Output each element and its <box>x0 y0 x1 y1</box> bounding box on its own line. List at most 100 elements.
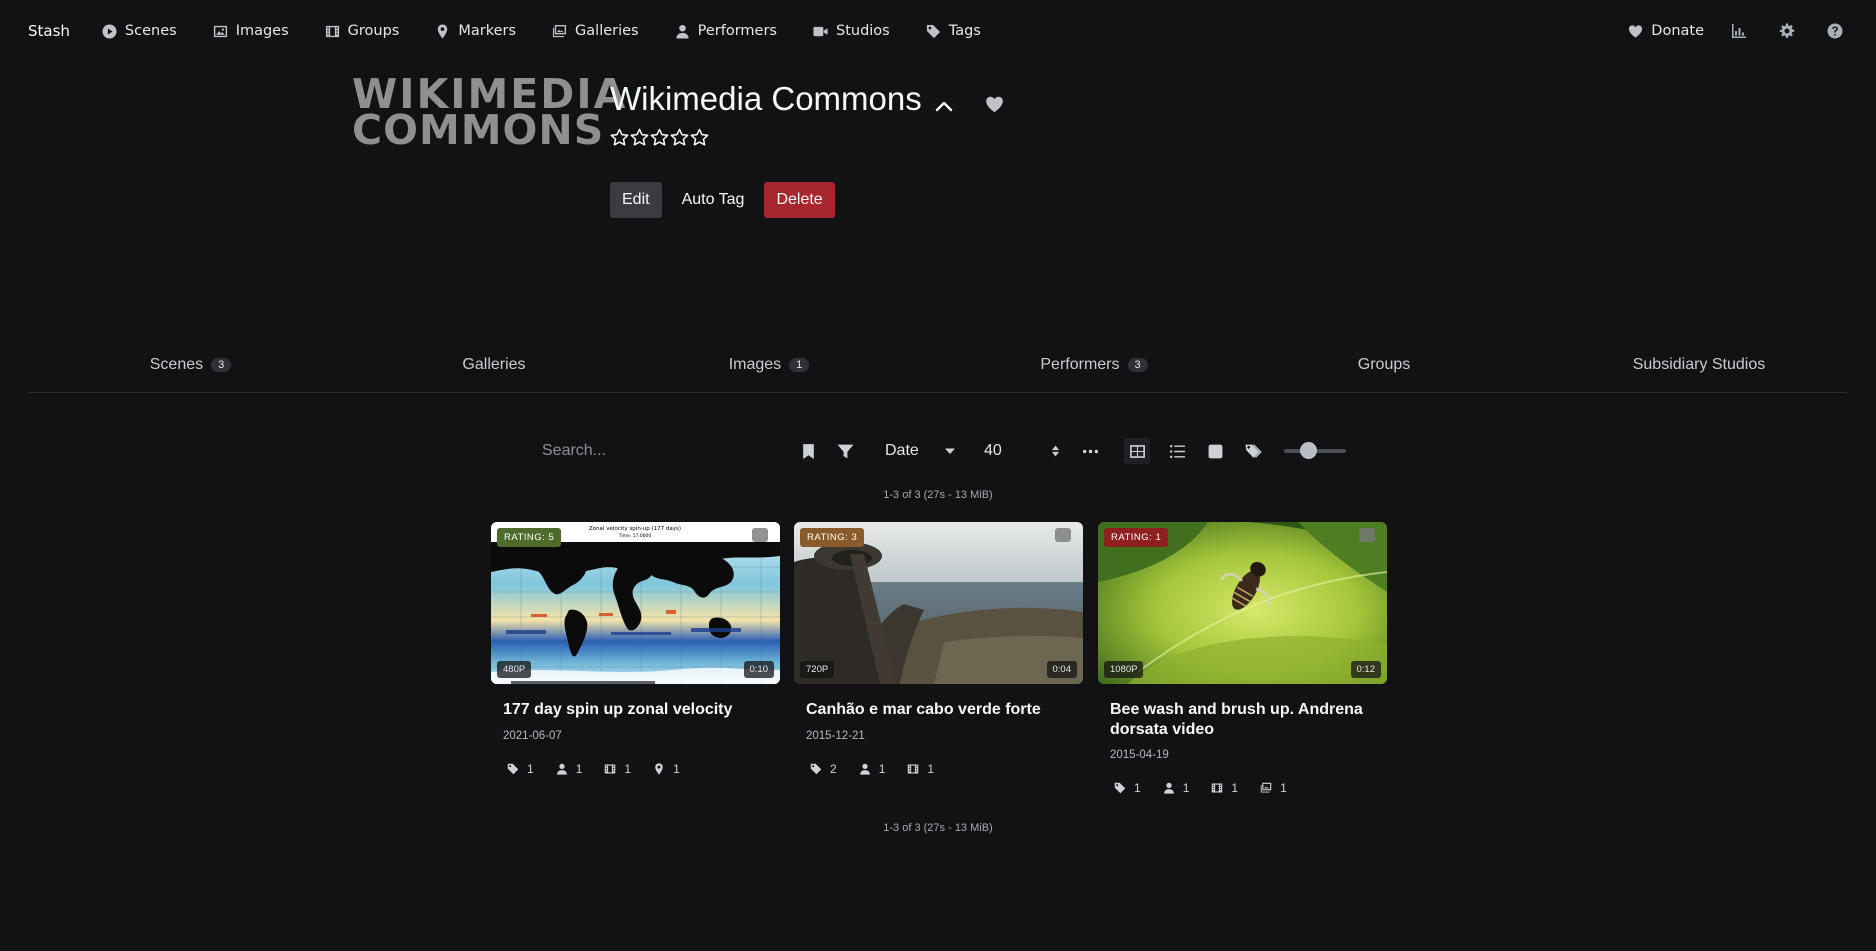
select-checkbox[interactable] <box>752 528 768 542</box>
scene-card[interactable]: RATING: 1 1080P 0:12 Bee wash and brush … <box>1098 522 1387 812</box>
resolution-badge: 720P <box>800 661 835 678</box>
nav-performers[interactable]: Performers <box>675 23 777 39</box>
tab-scenes-label: Scenes <box>149 356 204 373</box>
performers-popover-button[interactable]: 1 <box>1163 781 1190 795</box>
tab-performers-label: Performers <box>1040 356 1120 373</box>
scene-title[interactable]: Bee wash and brush up. Andrena dorsata v… <box>1110 700 1380 740</box>
select-checkbox[interactable] <box>1055 528 1071 542</box>
tab-scenes-count: 3 <box>211 358 232 372</box>
tab-galleries[interactable]: Galleries <box>424 343 564 387</box>
performers-popover-button[interactable]: 1 <box>859 762 885 776</box>
tab-images[interactable]: Images 1 <box>699 343 839 387</box>
star-icon[interactable] <box>650 128 669 147</box>
tagger-view-button[interactable] <box>1240 438 1266 464</box>
film-icon <box>908 764 919 774</box>
more-options-button[interactable] <box>1077 438 1103 464</box>
sort-by-value: Date <box>885 442 919 459</box>
scene-card[interactable]: Zonal velocity spin-up (177 days) Time: … <box>491 522 780 812</box>
tab-subsidiary-studios[interactable]: Subsidiary Studios <box>1589 343 1809 387</box>
galleries-popover-button[interactable]: 1 <box>1260 781 1287 795</box>
performers-popover-button[interactable]: 1 <box>556 762 582 776</box>
select-checkbox[interactable] <box>1359 528 1375 542</box>
nav-groups-label: Groups <box>347 23 400 39</box>
duration-badge: 0:10 <box>743 661 774 678</box>
groups-popover-button[interactable]: 1 <box>1211 781 1238 795</box>
saved-filters-button[interactable] <box>795 438 821 464</box>
pagination-info-bottom: 1-3 of 3 (27s - 13 MiB) <box>883 822 993 834</box>
settings-button[interactable] <box>1774 18 1800 44</box>
zoom-slider[interactable] <box>1284 442 1346 460</box>
galleries-count: 1 <box>1280 781 1287 795</box>
map-marker-icon <box>438 23 448 39</box>
tab-scenes[interactable]: Scenes 3 <box>119 343 262 387</box>
donate-link[interactable]: Donate <box>1628 23 1704 39</box>
nav-tags[interactable]: Tags <box>926 23 981 39</box>
tags-popover-button[interactable]: 2 <box>810 762 837 776</box>
nav-performers-label: Performers <box>697 23 777 39</box>
favorite-button[interactable] <box>985 95 1007 117</box>
scene-thumbnail[interactable]: RATING: 3 720P 0:04 <box>794 522 1083 684</box>
list-view-button[interactable] <box>1164 438 1190 464</box>
help-button[interactable] <box>1822 18 1848 44</box>
nav-groups[interactable]: Groups <box>325 23 400 39</box>
scene-popovers: 1 1 1 1 <box>507 762 702 776</box>
star-icon[interactable] <box>670 128 689 147</box>
duration-badge: 0:12 <box>1350 661 1381 678</box>
scene-thumbnail[interactable]: Zonal velocity spin-up (177 days) Time: … <box>491 522 780 684</box>
nav-scenes-label: Scenes <box>124 23 177 39</box>
images-icon <box>552 24 567 37</box>
film-icon <box>605 764 616 774</box>
per-page-select[interactable]: 40 <box>974 437 1060 465</box>
donate-label: Donate <box>1651 23 1704 39</box>
nav-images[interactable]: Images <box>213 23 289 39</box>
grid-view-button[interactable] <box>1124 438 1150 464</box>
groups-popover-button[interactable]: 1 <box>604 762 631 776</box>
resolution-badge: 1080P <box>1104 661 1144 678</box>
delete-button[interactable]: Delete <box>764 182 835 218</box>
tab-images-label: Images <box>728 356 782 373</box>
duration-badge: 0:04 <box>1046 661 1077 678</box>
tab-performers[interactable]: Performers 3 <box>1004 343 1184 387</box>
markers-popover-button[interactable]: 1 <box>653 762 680 776</box>
performers-count: 1 <box>1182 781 1190 795</box>
nav-galleries[interactable]: Galleries <box>552 23 639 39</box>
brand-link[interactable]: Stash <box>28 22 70 40</box>
resume-progress-bar <box>511 681 655 684</box>
scene-card[interactable]: RATING: 3 720P 0:04 Canhão e mar cabo ve… <box>794 522 1083 812</box>
video-icon <box>813 26 828 36</box>
main-navbar: Stash Scenes Images Groups Markers Galle… <box>0 0 1876 62</box>
stats-button[interactable] <box>1726 18 1752 44</box>
groups-popover-button[interactable]: 1 <box>907 762 934 776</box>
tags-popover-button[interactable]: 1 <box>1114 781 1141 795</box>
star-icon[interactable] <box>610 128 629 147</box>
tab-groups[interactable]: Groups <box>1319 343 1449 387</box>
studio-logo: WIKIMEDIA COMMONS <box>352 74 625 154</box>
film-icon <box>1212 783 1223 793</box>
sort-by-select[interactable]: Date <box>876 437 956 465</box>
star-icon[interactable] <box>630 128 649 147</box>
scene-title[interactable]: 177 day spin up zonal velocity <box>503 700 773 720</box>
tags-popover-button[interactable]: 1 <box>507 762 534 776</box>
filter-button[interactable] <box>832 438 858 464</box>
caret-down-icon <box>945 448 955 454</box>
wall-view-button[interactable] <box>1202 438 1228 464</box>
search-input[interactable] <box>532 436 772 466</box>
nav-studios[interactable]: Studios <box>813 23 890 39</box>
tags-count: 2 <box>830 762 837 776</box>
chevron-up-icon <box>935 101 953 112</box>
studio-actions: Edit Auto Tag Delete <box>610 182 835 218</box>
tab-subsidiary-studios-label: Subsidiary Studios <box>1632 356 1766 373</box>
stats-chart-icon <box>1732 24 1746 38</box>
star-icon[interactable] <box>690 128 709 147</box>
zoom-slider-thumb[interactable] <box>1299 442 1317 459</box>
nav-scenes[interactable]: Scenes <box>102 23 177 39</box>
groups-count: 1 <box>927 762 935 776</box>
scene-thumbnail[interactable]: RATING: 1 1080P 0:12 <box>1098 522 1387 684</box>
auto-tag-button[interactable]: Auto Tag <box>670 182 757 218</box>
nav-markers-label: Markers <box>458 23 517 39</box>
nav-markers[interactable]: Markers <box>435 23 516 39</box>
collapse-details-button[interactable] <box>933 96 955 118</box>
scene-popovers: 1 1 1 1 <box>1114 781 1309 795</box>
scene-title[interactable]: Canhão e mar cabo verde forte <box>806 700 1076 720</box>
edit-button[interactable]: Edit <box>610 182 662 218</box>
